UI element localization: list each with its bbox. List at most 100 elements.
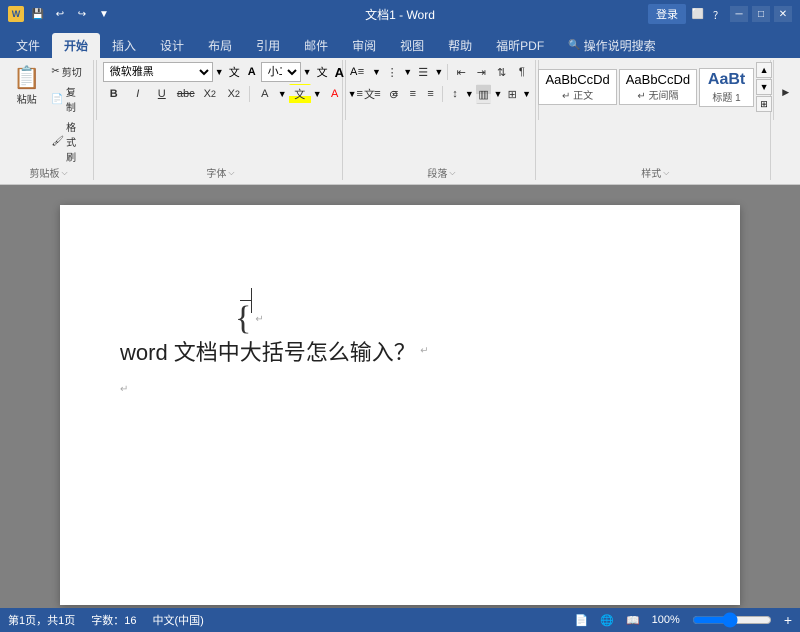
border-button[interactable]: ⊞ — [504, 84, 520, 104]
highlight-button[interactable]: 文 — [289, 84, 311, 104]
paragraph-label: 段落 ⌵ — [348, 165, 535, 180]
decrease-indent-button[interactable]: ⇤ — [452, 62, 470, 82]
font-size-up-icon[interactable]: A — [245, 65, 259, 79]
distributed-button[interactable]: ≡ — [423, 84, 439, 104]
style-normal[interactable]: AaBbCcDd ↵ 正文 — [538, 69, 616, 105]
document-page[interactable]: { ↵ word 文档中大括号怎么输入？ ↵ ↵ — [60, 205, 740, 605]
tab-design[interactable]: 设计 — [148, 33, 196, 58]
bullet-down-icon[interactable]: ▼ — [372, 67, 381, 77]
tab-mailings[interactable]: 邮件 — [292, 33, 340, 58]
undo-icon[interactable]: ↩ — [52, 6, 68, 22]
italic-button[interactable]: I — [127, 84, 149, 104]
cut-button[interactable]: ✂ 剪切 — [47, 62, 89, 81]
below-text-region: ↵ — [120, 379, 680, 399]
view-web-icon[interactable]: 🌐 — [600, 614, 614, 627]
font-settings-icon[interactable]: 文 — [226, 63, 243, 81]
tab-help[interactable]: 帮助 — [436, 33, 484, 58]
underline-button[interactable]: U — [151, 84, 173, 104]
font-expand-icon[interactable]: ⌵ — [228, 168, 234, 178]
minimize-restore-icon[interactable]: ⬜ — [690, 6, 706, 22]
save-icon[interactable]: 💾 — [30, 6, 46, 22]
para-row-divider — [447, 64, 448, 80]
paragraph-expand-icon[interactable]: ⌵ — [449, 168, 455, 178]
justify-button[interactable]: ≡ — [405, 84, 421, 104]
multilevel-down-icon[interactable]: ▼ — [434, 67, 443, 77]
style-nospacing-preview: AaBbCcDd — [626, 72, 690, 87]
shading-down-icon[interactable]: ▼ — [493, 89, 502, 99]
styles-group: AaBbCcDd ↵ 正文 AaBbCcDd ↵ 无间隔 AaBt 标题 1 ▲… — [541, 60, 771, 180]
font-group: 微软雅黑 ▼ 文 A 小二 ▼ 文 A A B I U abc X2 X2 — [99, 60, 343, 180]
numbered-down-icon[interactable]: ▼ — [403, 67, 412, 77]
styles-expand-icon[interactable]: ⌵ — [663, 168, 669, 178]
align-left-button[interactable]: ≡ — [352, 84, 368, 104]
tab-layout[interactable]: 布局 — [196, 33, 244, 58]
multilevel-list-button[interactable]: ☰ — [414, 62, 432, 82]
bold-button[interactable]: B — [103, 84, 125, 104]
zoom-slider[interactable] — [692, 614, 772, 626]
zoom-in-icon[interactable]: + — [784, 612, 792, 628]
tab-search[interactable]: 🔍 操作说明搜索 — [556, 33, 667, 58]
redo-icon[interactable]: ↪ — [74, 6, 90, 22]
view-print-icon[interactable]: 📄 — [575, 614, 589, 627]
line-spacing-down-icon[interactable]: ▼ — [465, 89, 474, 99]
font-increase-icon[interactable]: A — [333, 64, 346, 81]
editing-group: ▶ — [776, 60, 796, 180]
copy-button[interactable]: 📄 复制 — [47, 82, 89, 116]
line-spacing-button[interactable]: ↕ — [447, 84, 463, 104]
paragraph-group: ≡ ▼ ⋮ ▼ ☰ ▼ ⇤ ⇥ ⇅ ¶ ≡ ≡ ≡ ≡ ≡ ↕ ▼ — [348, 60, 536, 180]
login-button[interactable]: 登录 — [648, 4, 686, 24]
style-nav-more-button[interactable]: ⊞ — [756, 96, 772, 112]
brace-symbol: { — [235, 300, 251, 338]
maximize-button[interactable]: □ — [752, 6, 770, 22]
bullet-list-button[interactable]: ≡ — [352, 62, 370, 82]
tab-review[interactable]: 审阅 — [340, 33, 388, 58]
paste-button[interactable]: 📋 粘贴 — [8, 62, 45, 109]
font-name-expand-icon[interactable]: ▼ — [215, 67, 224, 77]
clipboard-expand-icon[interactable]: ⌵ — [61, 168, 67, 178]
numbered-list-button[interactable]: ⋮ — [383, 62, 401, 82]
font-size-change-icon[interactable]: 文 — [314, 63, 331, 81]
customize-qa-icon[interactable]: ▼ — [96, 6, 112, 22]
tab-file[interactable]: 文件 — [4, 33, 52, 58]
tab-home[interactable]: 开始 — [52, 33, 100, 58]
clipboard-group: 📋 粘贴 ✂ 剪切 📄 复制 🖌 格式刷 剪贴板 ⌵ — [4, 60, 94, 180]
tab-references[interactable]: 引用 — [244, 33, 292, 58]
highlight-down-icon[interactable]: ▼ — [313, 89, 322, 99]
align-right-button[interactable]: ≡ — [387, 84, 403, 104]
font-name-select[interactable]: 微软雅黑 — [103, 62, 213, 82]
close-button[interactable]: ✕ — [774, 6, 792, 22]
more-button[interactable]: ▶ — [778, 62, 794, 122]
style-nav-up-button[interactable]: ▲ — [756, 62, 772, 78]
format-painter-button[interactable]: 🖌 格式刷 — [47, 117, 89, 166]
shading-button[interactable]: ▥ — [476, 84, 492, 104]
font-size-select[interactable]: 小二 — [261, 62, 301, 82]
paste-icon: 📋 — [13, 65, 40, 91]
superscript-button[interactable]: X2 — [223, 84, 245, 104]
view-read-icon[interactable]: 📖 — [626, 614, 640, 627]
minimize-button[interactable]: ─ — [730, 6, 748, 22]
color-down-icon[interactable]: ▼ — [278, 89, 287, 99]
border-down-icon[interactable]: ▼ — [522, 89, 531, 99]
tab-foxitpdf[interactable]: 福昕PDF — [484, 33, 556, 58]
tab-view[interactable]: 视图 — [388, 33, 436, 58]
font-size-expand-icon[interactable]: ▼ — [303, 67, 312, 77]
cut-icon: ✂ — [51, 66, 59, 77]
style-heading1[interactable]: AaBt 标题 1 — [699, 68, 754, 107]
style-nav: ▲ ▼ ⊞ — [756, 62, 772, 112]
strikethrough-button[interactable]: abc — [175, 84, 197, 104]
font-color-button[interactable]: A — [324, 84, 346, 104]
help-icon[interactable]: ？ — [710, 6, 726, 22]
clear-format-button[interactable]: A — [254, 84, 276, 104]
increase-indent-button[interactable]: ⇥ — [472, 62, 490, 82]
tab-insert[interactable]: 插入 — [100, 33, 148, 58]
clipboard-label: 剪贴板 ⌵ — [4, 165, 93, 180]
sort-button[interactable]: ⇅ — [493, 62, 511, 82]
style-no-spacing[interactable]: AaBbCcDd ↵ 无间隔 — [619, 69, 697, 105]
style-h1-preview: AaBt — [706, 71, 747, 89]
show-marks-button[interactable]: ¶ — [513, 62, 531, 82]
font-label: 字体 ⌵ — [99, 165, 342, 180]
subscript-button[interactable]: X2 — [199, 84, 221, 104]
align-center-button[interactable]: ≡ — [370, 84, 386, 104]
style-nav-down-button[interactable]: ▼ — [756, 79, 772, 95]
copy-icon: 📄 — [51, 94, 63, 105]
